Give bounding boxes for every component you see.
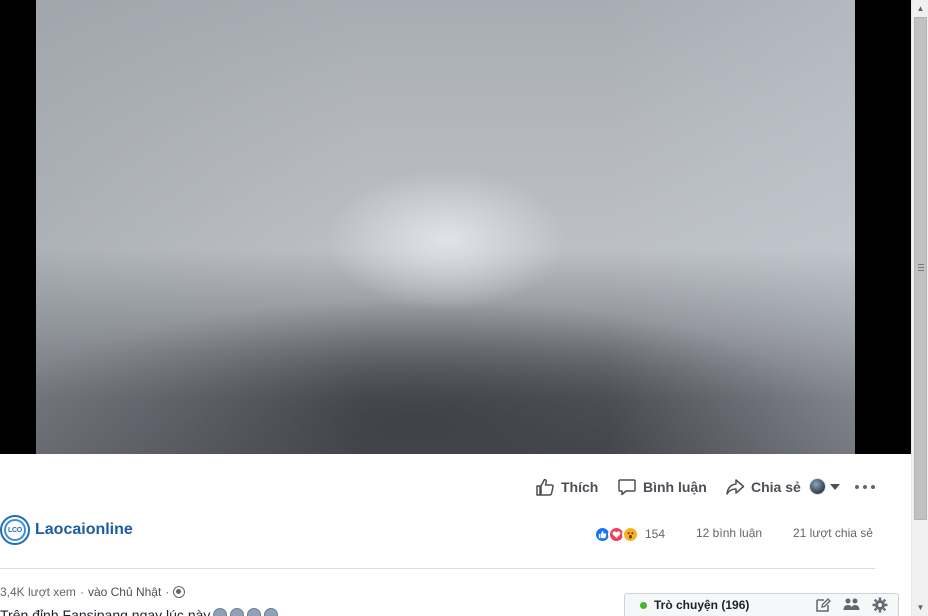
more-dot-icon [855, 485, 859, 489]
reactions-count: 154 [645, 527, 666, 541]
comment-button[interactable]: Bình luận [617, 476, 707, 498]
share-button[interactable]: Chia sẻ [725, 476, 801, 498]
new-group-icon[interactable] [843, 597, 860, 613]
chat-sidebar-toggle[interactable]: Trò chuyện (196) [624, 593, 899, 616]
scroll-grip-icon [918, 264, 924, 271]
page-logo-text: LCO [8, 526, 22, 534]
chat-label: Trò chuyện (196) [654, 598, 750, 612]
share-arrow-icon [725, 477, 745, 497]
like-label: Thích [561, 479, 599, 495]
shares-count-link[interactable]: 21 lượt chia sẻ [793, 526, 873, 540]
scroll-up-arrow[interactable]: ▲ [912, 0, 928, 17]
emoji-icon [213, 608, 228, 616]
gear-icon[interactable] [872, 597, 888, 613]
post-meta: 3,4K lượt xem · vào Chủ Nhật · [0, 585, 186, 599]
online-status-dot [640, 601, 647, 609]
more-options-button[interactable] [855, 478, 875, 496]
share-label: Chia sẻ [751, 479, 801, 495]
page-avatar[interactable]: LCO [0, 515, 30, 545]
audience-selector[interactable] [809, 478, 840, 495]
reactions-summary[interactable]: 154 [594, 525, 665, 543]
like-button[interactable]: Thích [535, 476, 598, 498]
divider [0, 568, 875, 569]
emoji-icon [247, 608, 262, 616]
scroll-thumb[interactable] [914, 17, 927, 520]
video-player[interactable] [0, 0, 911, 454]
page-logo: LCO [4, 519, 26, 541]
thumbs-up-icon [535, 477, 555, 497]
more-dot-icon [871, 485, 875, 489]
chat-icons [815, 597, 888, 613]
wow-reaction-icon [622, 525, 639, 543]
emoji-icon [230, 608, 245, 616]
more-dot-icon [863, 485, 867, 489]
video-frame[interactable] [36, 0, 855, 454]
chevron-down-icon [830, 483, 840, 490]
page-name-link[interactable]: Laocaionline [35, 521, 133, 539]
view-count: 3,4K lượt xem [0, 585, 76, 599]
post-caption: Trên đỉnh Fansipang ngay lúc này [0, 607, 279, 616]
emoji-icon [264, 608, 279, 616]
comment-bubble-icon [617, 477, 637, 497]
meta-separator: · [165, 585, 170, 599]
scrollbar[interactable]: ▲ ▼ [911, 0, 928, 616]
new-message-icon[interactable] [815, 597, 831, 613]
meta-separator: · [79, 585, 84, 599]
caption-text: Trên đỉnh Fansipang ngay lúc này [0, 607, 211, 616]
comment-label: Bình luận [643, 479, 707, 495]
audience-avatar [809, 478, 826, 495]
comments-count-link[interactable]: 12 bình luận [696, 526, 762, 540]
scroll-down-arrow[interactable]: ▼ [912, 599, 928, 616]
post-timestamp[interactable]: vào Chủ Nhật [88, 585, 161, 599]
globe-icon[interactable] [173, 586, 186, 598]
